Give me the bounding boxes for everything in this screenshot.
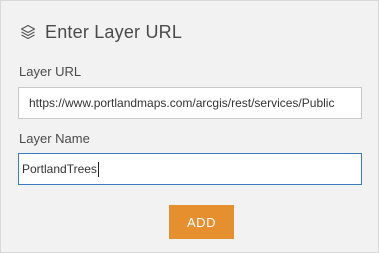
layer-name-value: PortlandTrees — [22, 162, 97, 176]
panel-title: Enter Layer URL — [45, 21, 183, 42]
layers-icon — [19, 23, 37, 41]
add-button[interactable]: ADD — [169, 205, 234, 239]
layer-name-input[interactable]: PortlandTrees — [18, 153, 362, 185]
layer-name-label: Layer Name — [19, 131, 90, 146]
layer-url-label: Layer URL — [19, 64, 82, 79]
text-caret — [97, 162, 99, 178]
panel-header: Enter Layer URL — [19, 18, 182, 46]
layer-url-input[interactable]: https://www.portlandmaps.com/arcgis/rest… — [18, 87, 362, 119]
enter-layer-url-panel: Enter Layer URL Layer URL https://www.po… — [0, 0, 379, 253]
layer-url-value: https://www.portlandmaps.com/arcgis/rest… — [29, 96, 335, 110]
